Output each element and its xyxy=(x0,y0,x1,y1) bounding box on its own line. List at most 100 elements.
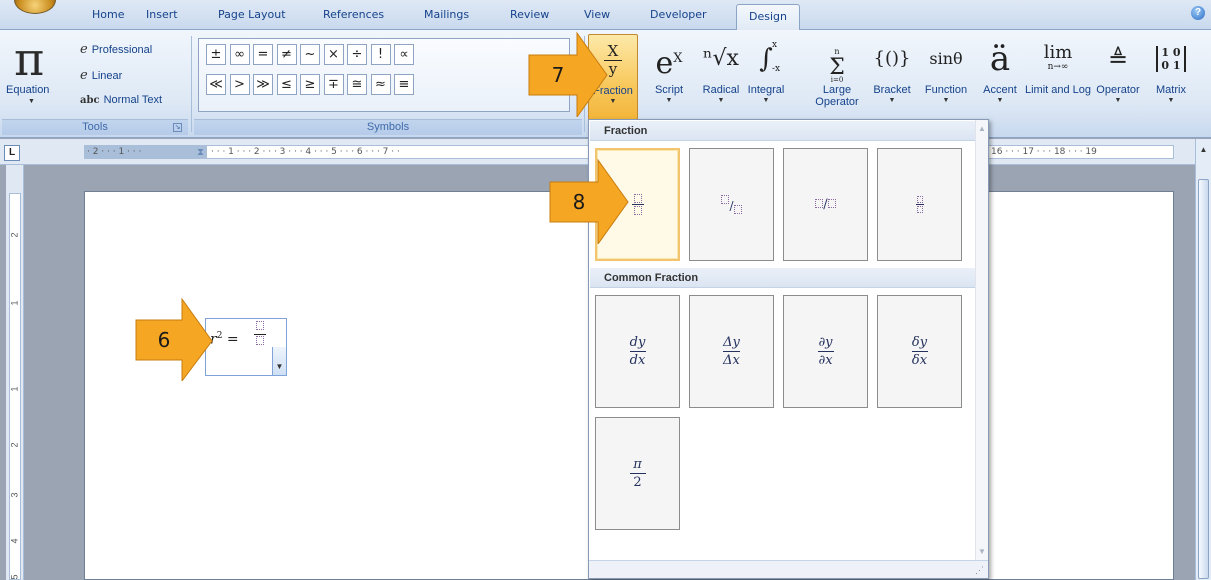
matrix-label: Matrix xyxy=(1156,84,1186,96)
gallery-scroll-up-icon[interactable]: ▲ xyxy=(978,124,986,133)
symbol-button[interactable]: ≥ xyxy=(300,74,320,95)
tab-home[interactable]: Home xyxy=(92,8,124,21)
common-fraction-tile[interactable]: ∂y ∂x xyxy=(783,295,868,408)
linear-button[interactable]: e Linear xyxy=(80,68,122,83)
matrix-icon-row2: 0 1 xyxy=(1161,59,1181,72)
large-operator-button[interactable]: n Σ i=0 Large Operator xyxy=(808,34,866,120)
equation-fraction[interactable] xyxy=(254,321,266,348)
skewed-fraction-tile[interactable]: / xyxy=(689,148,774,261)
numerator-placeholder-icon[interactable] xyxy=(256,321,264,330)
linear-fraction-tile[interactable]: / xyxy=(783,148,868,261)
tab-page-layout[interactable]: Page Layout xyxy=(218,8,286,21)
symbol-button[interactable]: ≈ xyxy=(370,74,391,95)
gallery-footer: ⋰ xyxy=(589,560,988,578)
limit-log-label: Limit and Log xyxy=(1024,84,1092,96)
vertical-scrollbar[interactable]: ▲ xyxy=(1195,139,1211,580)
callout-number: 7 xyxy=(551,63,565,87)
symbol-button[interactable]: ≤ xyxy=(276,74,297,95)
symbol-button[interactable]: ≪ xyxy=(206,74,226,95)
resize-grip-icon[interactable]: ⋰ xyxy=(975,565,984,576)
symbol-button[interactable]: ÷ xyxy=(347,44,367,65)
equation-placeholder[interactable]: r2 = ▼ xyxy=(205,318,287,376)
matrix-icon-row1: 1 0 xyxy=(1161,46,1181,59)
professional-label: Professional xyxy=(91,43,153,56)
common-fraction-num: Δy xyxy=(723,335,740,350)
symbol-button[interactable]: ∝ xyxy=(394,44,414,65)
tab-view[interactable]: View xyxy=(584,8,610,21)
tab-references[interactable]: References xyxy=(323,8,384,21)
tab-design[interactable]: Design xyxy=(736,4,800,31)
operator-button[interactable]: ≜ Operator ▼ xyxy=(1092,34,1144,120)
symbol-button[interactable]: > xyxy=(229,74,250,95)
radical-dropdown-icon: ▼ xyxy=(717,97,725,104)
tab-mailings[interactable]: Mailings xyxy=(424,8,469,21)
function-button[interactable]: sinθ Function ▼ xyxy=(918,34,974,120)
step-callout-8: 8 xyxy=(548,158,630,246)
equation-dropdown-icon[interactable]: ▼ xyxy=(28,98,35,105)
professional-button[interactable]: e Professional xyxy=(80,42,152,57)
symbol-button[interactable]: × xyxy=(323,44,344,65)
tab-insert[interactable]: Insert xyxy=(146,8,178,21)
bracket-icon: {()} xyxy=(873,48,911,69)
common-fraction-tile[interactable]: π2 xyxy=(595,417,680,530)
symbol-button[interactable]: ∓ xyxy=(323,74,344,95)
small-fraction-tile[interactable] xyxy=(877,148,962,261)
script-button[interactable]: eX Script ▼ xyxy=(648,34,690,120)
help-icon[interactable]: ? xyxy=(1191,6,1205,20)
common-fraction-tile[interactable]: δy δx xyxy=(877,295,962,408)
radical-label: Radical xyxy=(702,84,740,96)
integral-button[interactable]: ∫ x -x Integral ▼ xyxy=(742,34,790,120)
normal-text-icon: abc xyxy=(80,94,100,106)
tab-review[interactable]: Review xyxy=(510,8,549,21)
symbol-button[interactable]: ± xyxy=(206,44,226,65)
common-fraction-tile[interactable]: dy dx xyxy=(595,295,680,408)
accent-icon: ä xyxy=(989,39,1011,79)
vruler-number: 2 xyxy=(9,442,20,448)
equation-pi-icon[interactable]: π xyxy=(14,36,44,82)
tab-selector-icon[interactable]: L xyxy=(4,145,20,161)
scrollbar-thumb[interactable] xyxy=(1198,179,1209,579)
accent-button[interactable]: ä Accent ▼ xyxy=(976,34,1024,120)
symbol-button[interactable]: ≫ xyxy=(253,74,273,95)
equation-options-dropdown-icon[interactable]: ▼ xyxy=(272,347,286,375)
matrix-button[interactable]: 1 0 0 1 Matrix ▼ xyxy=(1148,34,1194,120)
radical-button[interactable]: ⁿ√x Radical ▼ xyxy=(694,34,748,120)
symbol-button[interactable]: ≅ xyxy=(347,74,367,95)
bracket-button[interactable]: {()} Bracket ▼ xyxy=(866,34,918,120)
vertical-ruler-strip[interactable]: 2 1 1 2 3 4 5 xyxy=(9,193,21,580)
limit-icon-lim: lim xyxy=(1043,42,1073,63)
equation-button-label[interactable]: Equation xyxy=(6,84,49,96)
equation-text[interactable]: r2 = xyxy=(210,331,239,348)
symbol-button[interactable]: ≡ xyxy=(394,74,414,95)
function-dropdown-icon: ▼ xyxy=(942,97,950,104)
symbol-button[interactable]: = xyxy=(253,44,273,65)
callout-number: 6 xyxy=(157,328,171,352)
denominator-placeholder-icon[interactable] xyxy=(256,336,264,345)
symbol-button[interactable]: ≠ xyxy=(276,44,297,65)
symbol-button[interactable]: ∞ xyxy=(229,44,250,65)
symbol-button[interactable]: ~ xyxy=(300,44,320,65)
radical-icon: ⁿ√x xyxy=(703,46,739,71)
gallery-scroll-down-icon[interactable]: ▼ xyxy=(978,547,986,556)
tools-dialog-launcher-icon[interactable]: ↘ xyxy=(173,123,182,132)
scroll-up-icon[interactable]: ▲ xyxy=(1198,145,1209,157)
large-op-lower: i=0 xyxy=(830,76,844,84)
limit-log-button[interactable]: lim n→∞ Limit and Log xyxy=(1024,34,1092,120)
symbol-button[interactable]: ! xyxy=(370,44,391,65)
large-operator-icon: n Σ i=0 xyxy=(808,34,866,84)
operator-icon: ≜ xyxy=(1107,45,1129,73)
common-fraction-num: δy xyxy=(911,335,928,350)
office-button[interactable] xyxy=(14,0,56,14)
gallery-scrollbar[interactable]: ▲ ▼ xyxy=(975,120,988,560)
operator-dropdown-icon: ▼ xyxy=(1114,97,1122,104)
tab-developer[interactable]: Developer xyxy=(650,8,707,21)
integral-icon-sign: ∫ xyxy=(759,44,773,74)
indent-marker-icon[interactable]: ⧗ xyxy=(197,147,204,158)
vruler-number: 4 xyxy=(9,538,20,544)
accent-label: Accent xyxy=(983,84,1017,96)
limit-icon-sub: n→∞ xyxy=(1047,62,1069,72)
normal-text-button[interactable]: abc Normal Text xyxy=(80,94,162,106)
vertical-ruler: 2 1 1 2 3 4 5 xyxy=(6,165,24,580)
common-fraction-tile[interactable]: Δy Δx xyxy=(689,295,774,408)
common-fraction-num: dy xyxy=(629,335,646,350)
